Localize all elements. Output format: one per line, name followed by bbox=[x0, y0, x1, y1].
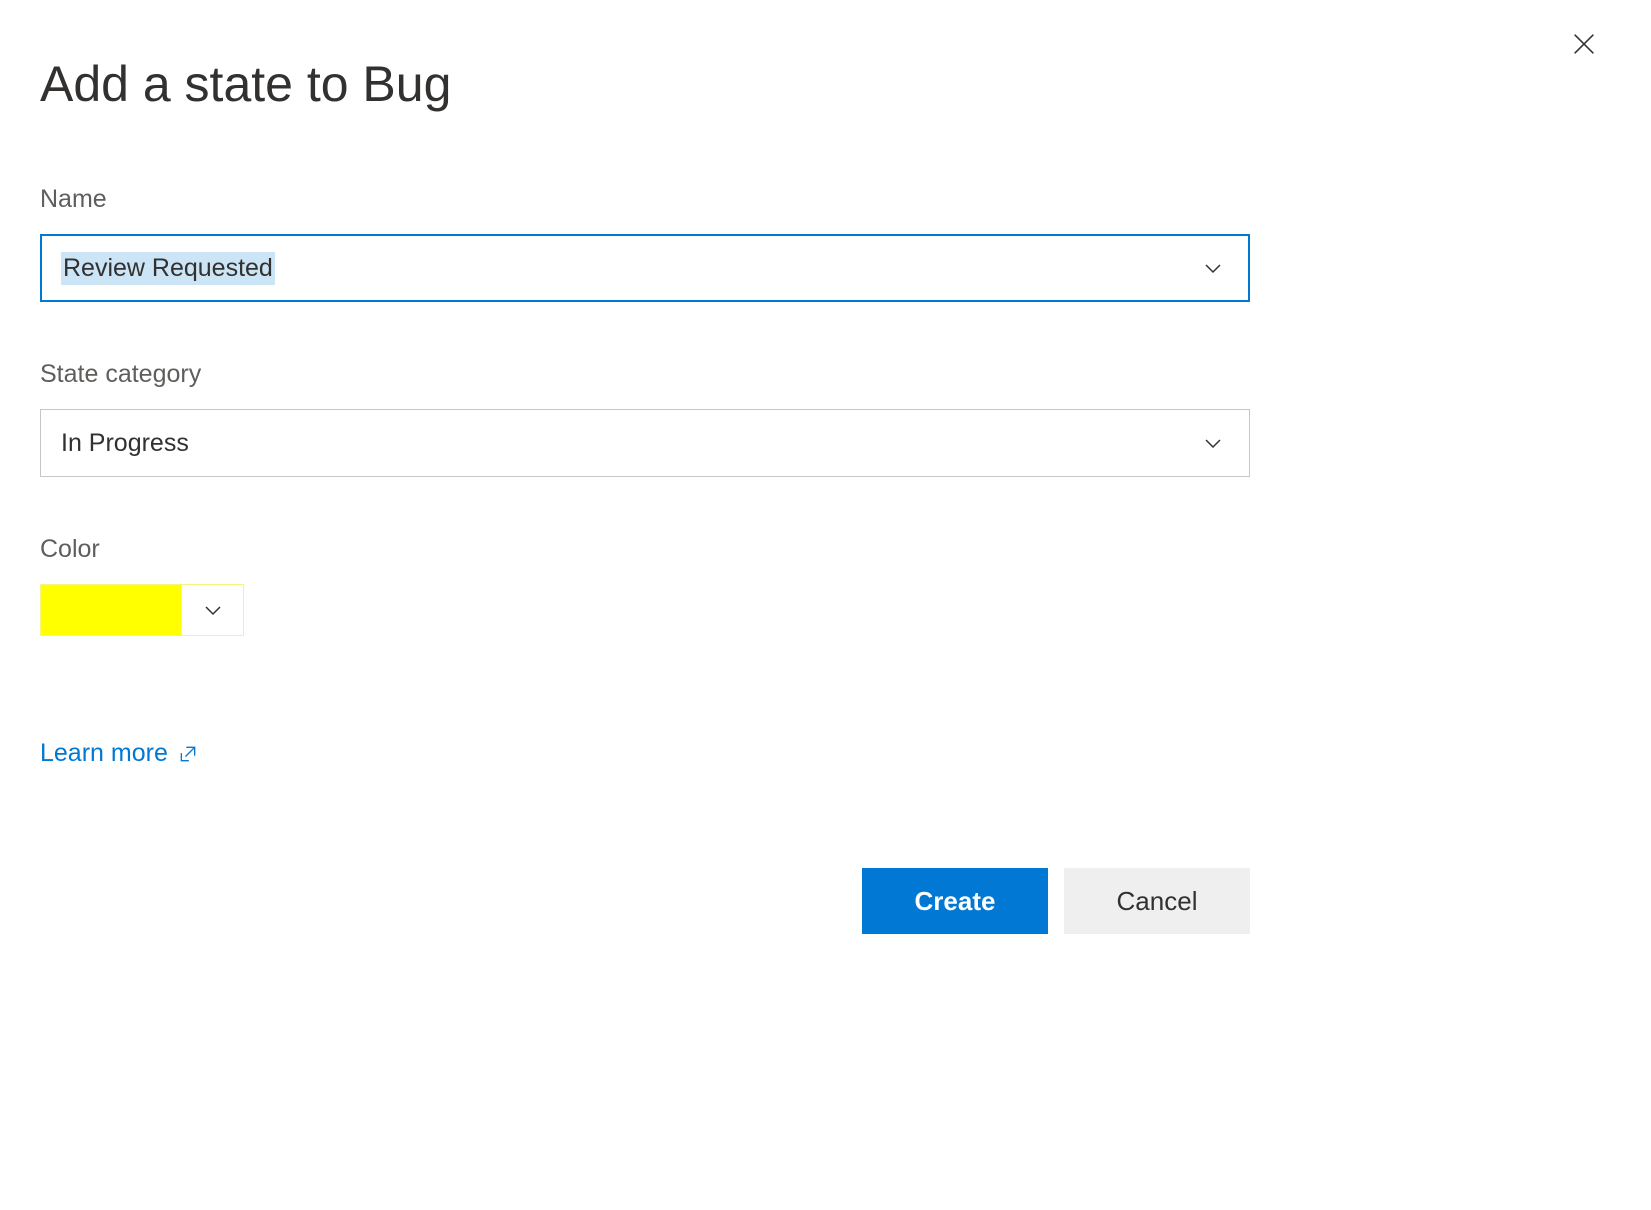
add-state-dialog: Add a state to Bug Name Review Requested… bbox=[40, 40, 1611, 934]
dialog-title: Add a state to Bug bbox=[40, 55, 1611, 113]
name-dropdown-toggle[interactable] bbox=[1197, 248, 1229, 288]
name-field-group: Name Review Requested bbox=[40, 185, 1611, 302]
color-swatch bbox=[41, 585, 181, 635]
chevron-down-icon bbox=[1201, 256, 1225, 280]
category-select[interactable]: In Progress bbox=[40, 409, 1250, 477]
category-dropdown-toggle[interactable] bbox=[1197, 423, 1229, 463]
color-field-group: Color bbox=[40, 535, 1611, 636]
learn-more-label: Learn more bbox=[40, 739, 168, 768]
category-value: In Progress bbox=[61, 429, 1197, 458]
close-button[interactable] bbox=[1562, 22, 1606, 70]
create-button[interactable]: Create bbox=[862, 868, 1048, 934]
color-picker[interactable] bbox=[40, 584, 244, 636]
external-link-icon bbox=[178, 744, 198, 764]
close-icon bbox=[1570, 30, 1598, 58]
chevron-down-icon bbox=[1201, 431, 1225, 455]
dialog-button-row: Create Cancel bbox=[40, 868, 1250, 934]
name-label: Name bbox=[40, 185, 1611, 214]
learn-more-link[interactable]: Learn more bbox=[40, 739, 198, 768]
name-input[interactable]: Review Requested bbox=[40, 234, 1250, 302]
cancel-button[interactable]: Cancel bbox=[1064, 868, 1250, 934]
category-label: State category bbox=[40, 360, 1611, 389]
category-field-group: State category In Progress bbox=[40, 360, 1611, 477]
name-value: Review Requested bbox=[61, 252, 275, 285]
color-label: Color bbox=[40, 535, 1611, 564]
color-dropdown-toggle[interactable] bbox=[181, 585, 243, 635]
chevron-down-icon bbox=[201, 598, 225, 622]
